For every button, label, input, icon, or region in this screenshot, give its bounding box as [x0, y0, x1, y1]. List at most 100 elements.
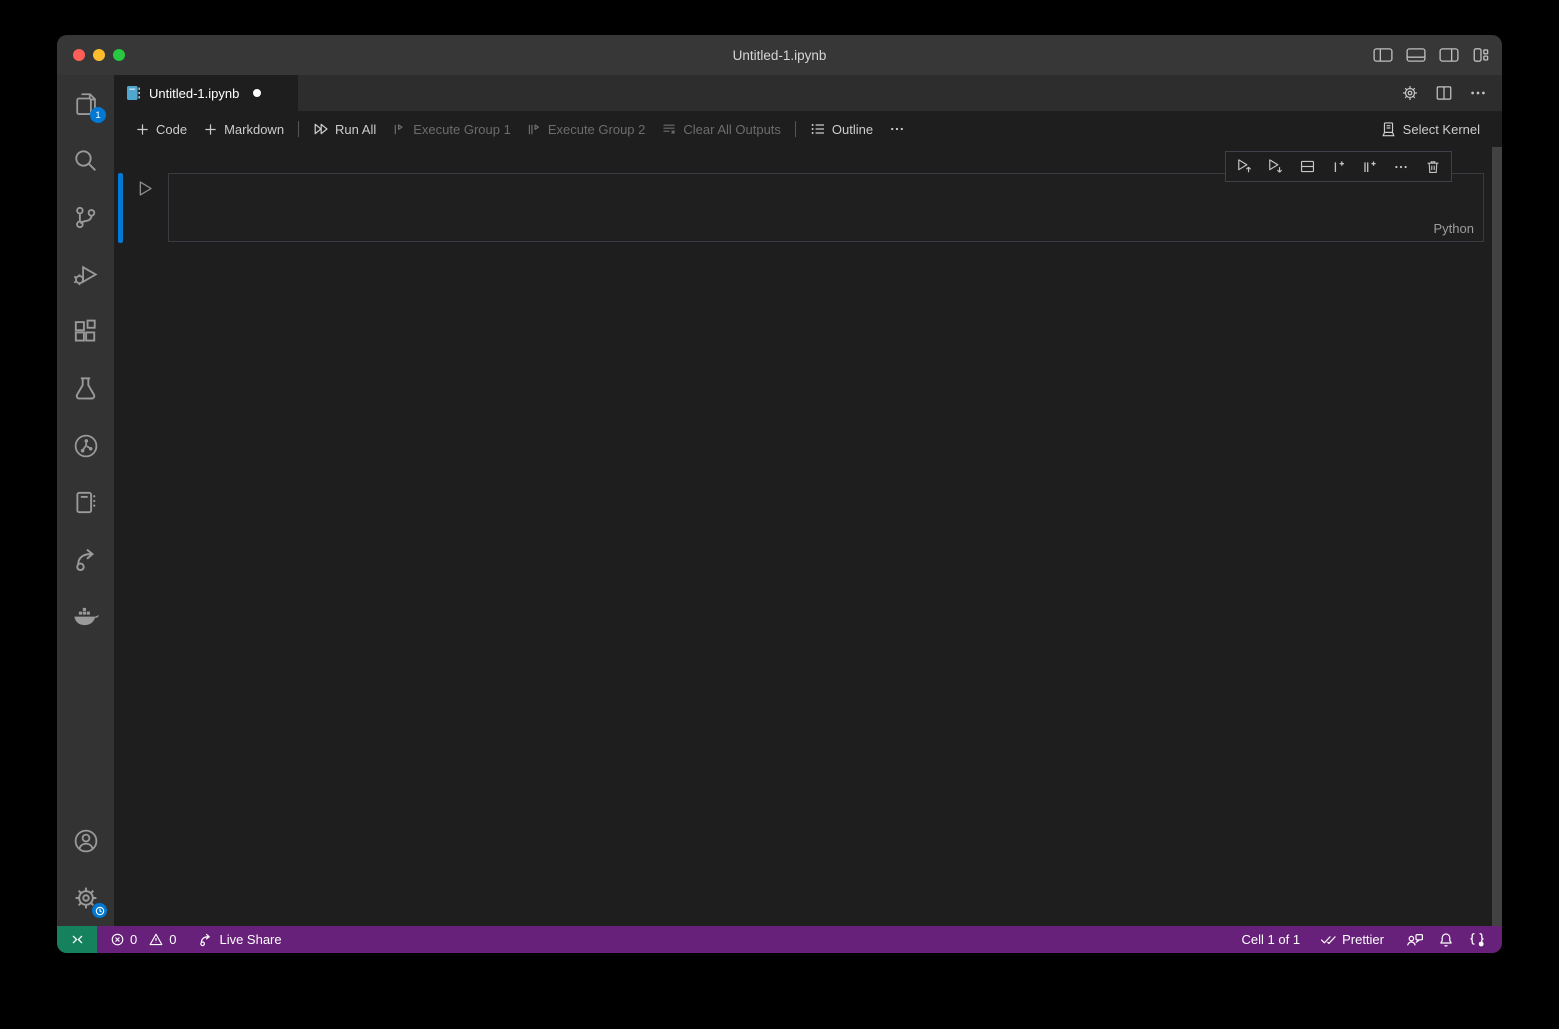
- plus-icon: [135, 122, 150, 137]
- execute-above-cells-icon[interactable]: [1231, 154, 1257, 180]
- window-controls: [73, 35, 125, 75]
- add-markdown-label: Markdown: [224, 122, 284, 137]
- run-cell-button[interactable]: [135, 179, 154, 198]
- delete-cell-icon[interactable]: [1420, 154, 1446, 180]
- run-all-label: Run All: [335, 122, 376, 137]
- outline-label: Outline: [832, 122, 873, 137]
- sidebar-item-live-share[interactable]: [57, 531, 114, 588]
- notebook-icon: [73, 490, 98, 515]
- toolbar-divider: [298, 121, 299, 137]
- tab-label: Untitled-1.ipynb: [149, 86, 239, 101]
- more-toolbar-actions-button[interactable]: [881, 116, 913, 142]
- add-to-execute-group-2-icon[interactable]: [1357, 154, 1383, 180]
- live-share-label: Live Share: [219, 932, 281, 947]
- run-and-debug-icon: [73, 262, 99, 288]
- split-cell-icon[interactable]: [1294, 154, 1320, 180]
- sidebar-item-explorer[interactable]: 1: [57, 75, 114, 132]
- dirty-indicator[interactable]: [253, 89, 261, 97]
- prettier-label: Prettier: [1342, 932, 1384, 947]
- clear-all-outputs-label: Clear All Outputs: [683, 122, 781, 137]
- docker-icon: [72, 603, 99, 630]
- source-control-icon: [73, 205, 98, 230]
- live-share-icon: [198, 932, 214, 948]
- vscode-window: Untitled-1.ipynb 1: [57, 35, 1502, 953]
- add-code-label: Code: [156, 122, 187, 137]
- braces-status-button[interactable]: [1461, 931, 1494, 948]
- titlebar: Untitled-1.ipynb: [57, 35, 1502, 75]
- sidebar-item-git-graph[interactable]: [57, 417, 114, 474]
- notebook-editor[interactable]: Python: [114, 147, 1502, 926]
- bell-icon: [1438, 932, 1454, 948]
- split-editor-icon[interactable]: [1435, 84, 1453, 102]
- remote-icon: [70, 932, 85, 947]
- cell-language-picker[interactable]: Python: [1434, 221, 1474, 236]
- feedback-icon: [1406, 932, 1424, 948]
- notebook-file-icon: [126, 85, 141, 101]
- cell-position-indicator[interactable]: Cell 1 of 1: [1235, 932, 1308, 947]
- window-title: Untitled-1.ipynb: [57, 48, 1502, 63]
- notifications-button[interactable]: [1431, 932, 1461, 948]
- sidebar-item-docker[interactable]: [57, 588, 114, 645]
- execute-group-1-icon: [392, 122, 407, 137]
- clear-all-outputs-button[interactable]: Clear All Outputs: [653, 116, 789, 142]
- warning-icon: [148, 932, 164, 947]
- error-icon: [110, 932, 125, 947]
- tab-bar: Untitled-1.ipynb: [114, 75, 1502, 111]
- sidebar-item-testing[interactable]: [57, 360, 114, 417]
- notebook-toolbar: Code Markdown Run All Execute Group 1: [114, 111, 1502, 147]
- gear-icon[interactable]: [1401, 84, 1419, 102]
- execute-group-1-button[interactable]: Execute Group 1: [384, 116, 519, 142]
- select-kernel-button[interactable]: Select Kernel: [1372, 116, 1488, 142]
- select-kernel-label: Select Kernel: [1403, 122, 1480, 137]
- feedback-button[interactable]: [1399, 932, 1431, 948]
- cell-toolbar: [1225, 151, 1452, 182]
- minimize-window-button[interactable]: [93, 49, 105, 61]
- testing-beaker-icon: [73, 376, 98, 401]
- tab-untitled-notebook[interactable]: Untitled-1.ipynb: [114, 75, 298, 111]
- execute-group-2-button[interactable]: Execute Group 2: [519, 116, 654, 142]
- problems-indicator[interactable]: 0 0: [103, 932, 183, 947]
- search-icon: [73, 148, 98, 173]
- sidebar-item-extensions[interactable]: [57, 303, 114, 360]
- remote-indicator[interactable]: [57, 926, 97, 953]
- toggle-panel-icon[interactable]: [1406, 47, 1426, 63]
- cell-focus-indicator: [118, 173, 123, 243]
- add-code-cell-button[interactable]: Code: [127, 116, 195, 142]
- status-bar: 0 0 Live Share Cell 1 of 1 Pr: [57, 926, 1502, 953]
- more-cell-actions-icon[interactable]: [1388, 154, 1414, 180]
- toggle-primary-sidebar-icon[interactable]: [1373, 47, 1393, 63]
- run-all-icon: [313, 121, 329, 137]
- toolbar-divider: [795, 121, 796, 137]
- outline-button[interactable]: Outline: [802, 116, 881, 142]
- live-share-icon: [73, 547, 99, 573]
- double-check-icon: [1320, 932, 1337, 947]
- sidebar-item-search[interactable]: [57, 132, 114, 189]
- sidebar-item-account[interactable]: [57, 812, 114, 869]
- execute-group-1-label: Execute Group 1: [413, 122, 511, 137]
- account-icon: [73, 828, 99, 854]
- add-to-execute-group-1-icon[interactable]: [1326, 154, 1352, 180]
- editor-scrollbar[interactable]: [1492, 147, 1502, 926]
- plus-icon: [203, 122, 218, 137]
- sidebar-item-notebook[interactable]: [57, 474, 114, 531]
- prettier-status[interactable]: Prettier: [1313, 932, 1391, 947]
- sidebar-item-settings[interactable]: [57, 869, 114, 926]
- code-cell-editor[interactable]: Python: [168, 173, 1484, 242]
- sidebar-item-run-and-debug[interactable]: [57, 246, 114, 303]
- close-window-button[interactable]: [73, 49, 85, 61]
- sidebar-item-source-control[interactable]: [57, 189, 114, 246]
- execute-cell-and-below-icon[interactable]: [1263, 154, 1289, 180]
- settings-clock-badge: [92, 903, 107, 918]
- more-actions-icon[interactable]: [1469, 84, 1487, 102]
- extensions-icon: [73, 319, 98, 344]
- add-markdown-cell-button[interactable]: Markdown: [195, 116, 292, 142]
- run-all-button[interactable]: Run All: [305, 116, 384, 142]
- activity-bar: 1: [57, 75, 114, 926]
- zoom-window-button[interactable]: [113, 49, 125, 61]
- customize-layout-icon[interactable]: [1472, 47, 1490, 63]
- explorer-badge: 1: [90, 107, 106, 123]
- execute-group-2-label: Execute Group 2: [548, 122, 646, 137]
- toggle-secondary-sidebar-icon[interactable]: [1439, 47, 1459, 63]
- live-share-status[interactable]: Live Share: [191, 932, 288, 948]
- outline-list-icon: [810, 121, 826, 137]
